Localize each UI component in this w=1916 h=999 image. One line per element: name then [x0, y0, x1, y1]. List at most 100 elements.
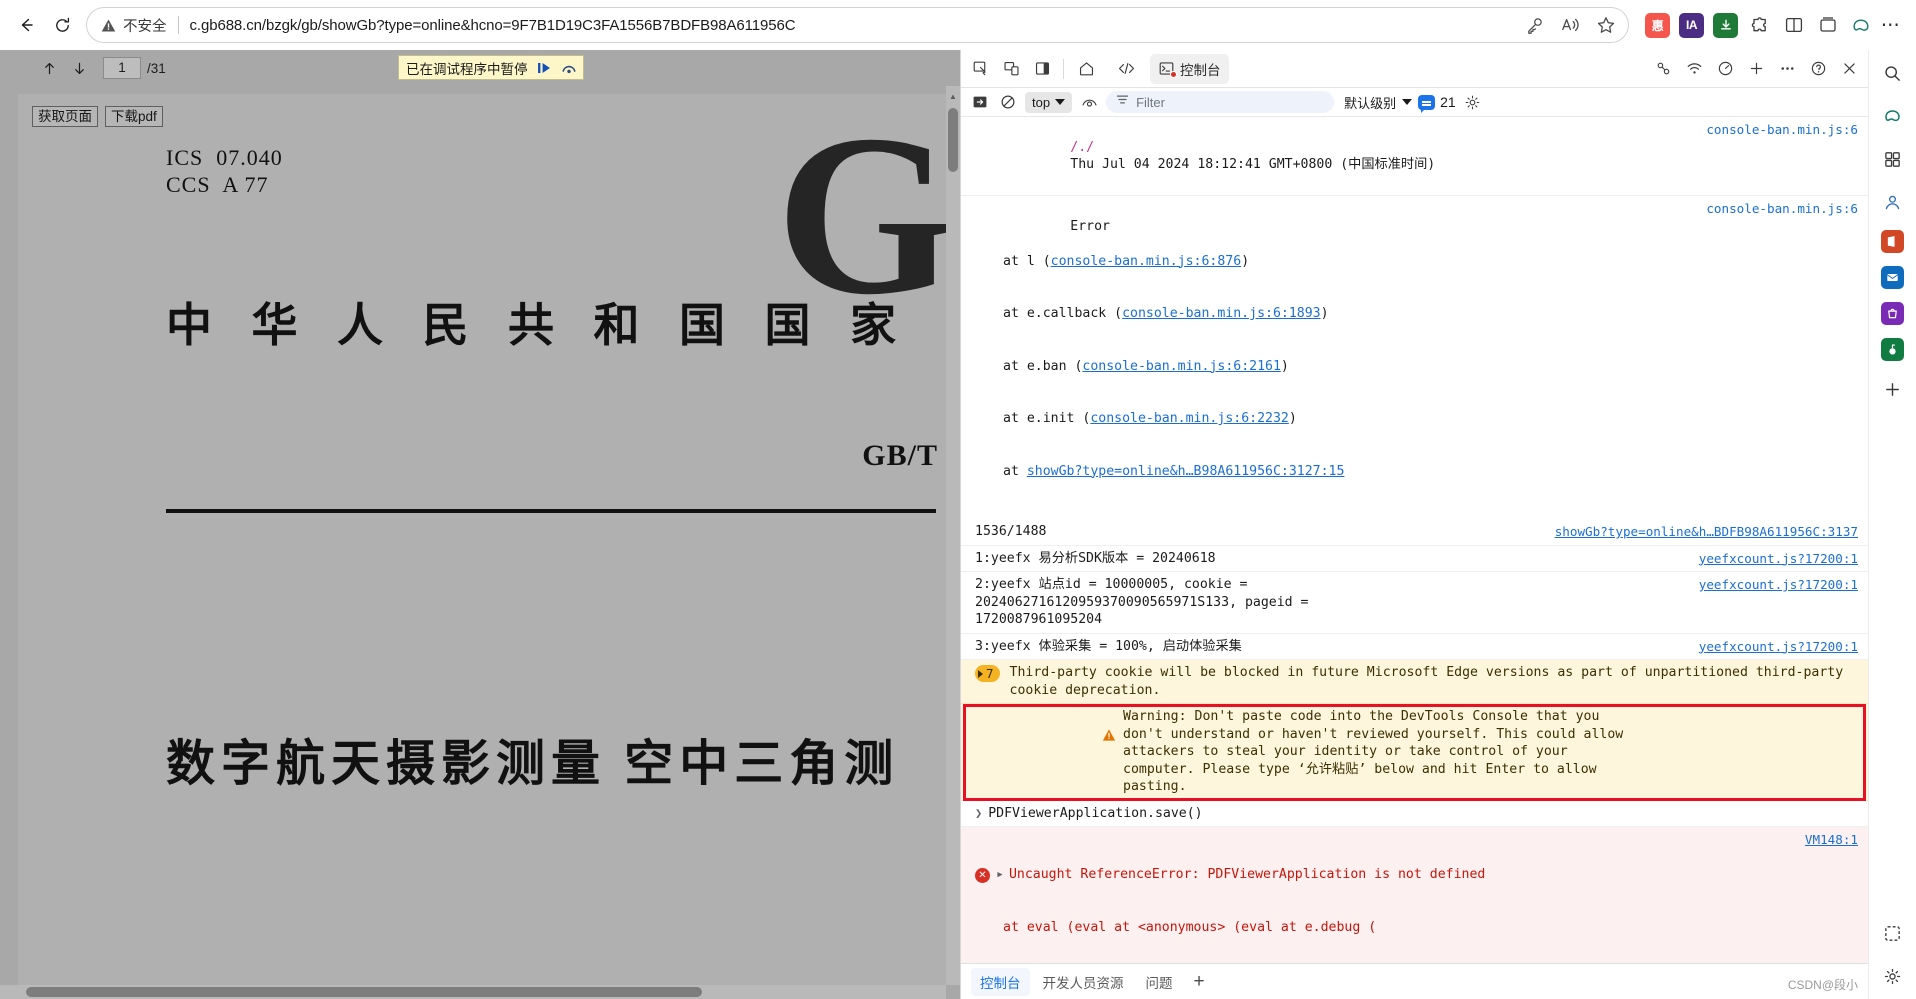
- stack-frame-0: at l (console-ban.min.js:6:876): [1003, 253, 1250, 269]
- stack-link-2[interactable]: console-ban.min.js:6:2161: [1082, 359, 1281, 374]
- help-icon[interactable]: [1803, 54, 1833, 84]
- console-row-cookie-warning[interactable]: 7 Third-party cookie will be blocked in …: [961, 660, 1868, 704]
- console-row-source[interactable]: console-ban.min.js:6: [1706, 200, 1858, 218]
- console-row-error-save[interactable]: ✕ ▸ Uncaught ReferenceError: PDFViewerAp…: [961, 827, 1868, 963]
- rail-copilot-icon[interactable]: [1878, 101, 1908, 131]
- tab-home[interactable]: [1070, 54, 1108, 84]
- inspect-element-icon[interactable]: [965, 54, 995, 84]
- step-over-icon[interactable]: [560, 59, 578, 77]
- message-count-badge[interactable]: 21: [1418, 94, 1456, 113]
- console-row-yeefx-version[interactable]: 1:yeefx 易分析SDK版本 = 20240618 yeefxcount.j…: [961, 546, 1868, 572]
- tab-sources[interactable]: [1109, 54, 1149, 84]
- drawer-tab-console[interactable]: 控制台: [971, 967, 1030, 996]
- rail-search-icon[interactable]: [1878, 58, 1908, 88]
- stack-link-1[interactable]: console-ban.min.js:6:1893: [1122, 306, 1321, 321]
- ext-collections-icon[interactable]: [1815, 13, 1840, 38]
- pdf-vertical-scrollbar[interactable]: ▲: [946, 86, 960, 985]
- rail-shopping-icon[interactable]: [1881, 302, 1904, 325]
- stack-link-3[interactable]: console-ban.min.js:6:2232: [1090, 411, 1289, 426]
- rail-contacts-icon[interactable]: [1878, 187, 1908, 217]
- download-pdf-button[interactable]: 下载pdf: [105, 106, 163, 127]
- warning-group-badge[interactable]: 7: [975, 665, 1000, 682]
- key-icon[interactable]: [1517, 9, 1551, 41]
- execution-context-selector[interactable]: top: [1025, 91, 1073, 113]
- console-row-source[interactable]: yeefxcount.js?17200:1: [1699, 638, 1858, 656]
- console-row-source[interactable]: console-ban.min.js:6: [1706, 121, 1858, 139]
- browser-more-button[interactable]: ⋯: [1874, 9, 1908, 41]
- pdf-horizontal-scroll-thumb[interactable]: [26, 987, 702, 997]
- console-row-source[interactable]: yeefxcount.js?17200:1: [1699, 576, 1858, 594]
- elements-icon[interactable]: [1648, 54, 1678, 84]
- console-row-command-save[interactable]: ❯ PDFViewerApplication.save(): [961, 801, 1868, 827]
- console-row-error-stack[interactable]: Error at l (console-ban.min.js:6:876) at…: [961, 196, 1868, 519]
- ext-download-icon[interactable]: [1713, 12, 1738, 38]
- console-settings-gear-icon[interactable]: [1462, 91, 1484, 113]
- console-row-yeefx-sampling[interactable]: 3:yeefx 体验采集 = 100%, 启动体验采集 yeefxcount.j…: [961, 634, 1868, 660]
- expand-arrow-icon[interactable]: ▸: [996, 866, 1004, 884]
- performance-icon[interactable]: [1710, 54, 1740, 84]
- console-message-list[interactable]: /./ Thu Jul 04 2024 18:12:41 GMT+0800 (中…: [961, 117, 1868, 963]
- console-row-count[interactable]: 1536/1488 showGb?type=online&h…BDFB98A61…: [961, 519, 1868, 546]
- rail-customize-icon[interactable]: [1878, 918, 1908, 948]
- rail-games-icon[interactable]: [1881, 338, 1904, 361]
- ext-hui-icon[interactable]: 惠: [1645, 12, 1670, 38]
- console-row-yeefx-site[interactable]: 2:yeefx 站点id = 10000005, cookie = 202406…: [961, 572, 1868, 634]
- fetch-page-button[interactable]: 获取页面: [32, 106, 98, 127]
- page-down-icon[interactable]: [64, 55, 94, 81]
- close-devtools-icon[interactable]: [1834, 54, 1864, 84]
- scroll-up-arrow-icon[interactable]: ▲: [946, 88, 960, 104]
- rail-outlook-icon[interactable]: [1881, 266, 1904, 289]
- drawer-tab-issues[interactable]: 问题: [1137, 968, 1182, 996]
- console-row-text: 3:yeefx 体验采集 = 100%, 启动体验采集: [975, 638, 1242, 654]
- more-tools-icon[interactable]: [1772, 54, 1802, 84]
- ext-split-screen-icon[interactable]: [1781, 13, 1806, 38]
- dock-side-icon[interactable]: [1027, 54, 1057, 84]
- pdf-horizontal-scrollbar[interactable]: [0, 985, 946, 999]
- console-row-source[interactable]: showGb?type=online&h…BDFB98A611956C:3137: [1555, 523, 1858, 541]
- rail-tools-icon[interactable]: [1878, 144, 1908, 174]
- console-sidebar-icon[interactable]: [969, 91, 991, 113]
- rail-settings-icon[interactable]: [1878, 961, 1908, 991]
- add-panel-icon[interactable]: [1741, 54, 1771, 84]
- code-icon: [1117, 60, 1136, 77]
- console-row-timestamp[interactable]: /./ Thu Jul 04 2024 18:12:41 GMT+0800 (中…: [961, 117, 1868, 196]
- drawer-add-tab-button[interactable]: +: [1186, 972, 1213, 991]
- live-expression-icon[interactable]: [1078, 91, 1100, 113]
- console-row-self-xss-warning[interactable]: Warning: Don't paste code into the DevTo…: [961, 704, 1868, 801]
- rail-add-icon[interactable]: [1878, 374, 1908, 404]
- refresh-button[interactable]: [44, 7, 80, 43]
- console-row-text: Warning: Don't paste code into the DevTo…: [975, 708, 1643, 796]
- url-text: c.gb688.cn/bzgk/gb/showGb?type=online&hc…: [189, 16, 796, 34]
- ext-ia-icon[interactable]: IA: [1679, 12, 1704, 38]
- clear-console-icon[interactable]: [997, 91, 1019, 113]
- browser-window: 不安全 c.gb688.cn/bzgk/gb/showGb?type=onlin…: [0, 0, 1916, 999]
- favorite-star-icon[interactable]: [1589, 9, 1623, 41]
- page-number-input[interactable]: 1: [103, 57, 141, 79]
- stack-link-0[interactable]: console-ban.min.js:6:876: [1051, 254, 1242, 269]
- network-icon[interactable]: [1679, 54, 1709, 84]
- error-x-icon: ✕: [975, 868, 990, 883]
- pdf-vertical-scroll-thumb[interactable]: [948, 108, 958, 172]
- tab-console[interactable]: 控制台: [1150, 53, 1229, 84]
- console-row-source[interactable]: yeefxcount.js?17200:1: [1699, 550, 1858, 568]
- read-aloud-icon[interactable]: [1553, 9, 1587, 41]
- page-up-icon[interactable]: [34, 55, 64, 81]
- log-levels-selector[interactable]: 默认级别: [1340, 93, 1413, 112]
- console-row-source[interactable]: VM148:1: [1805, 831, 1858, 849]
- ext-puzzle-icon[interactable]: [1747, 13, 1772, 38]
- resume-script-icon[interactable]: [535, 59, 553, 77]
- device-toolbar-icon[interactable]: [996, 54, 1026, 84]
- message-count-label: 21: [1440, 94, 1456, 110]
- ext-hui-label: 惠: [1651, 18, 1664, 33]
- drawer-tab-devresources[interactable]: 开发人员资源: [1034, 968, 1133, 996]
- pdf-standard-label: GB/T: [862, 439, 938, 472]
- back-button[interactable]: [8, 7, 44, 43]
- toolbar-divider: [1063, 58, 1064, 79]
- rail-office-icon[interactable]: [1881, 230, 1904, 253]
- console-filter-input[interactable]: Filter: [1106, 91, 1335, 113]
- pdf-scroll-area[interactable]: 获取页面 下载pdf ICS 07.040 CCS A 77 G 中 华 人 民…: [0, 86, 960, 999]
- security-warning[interactable]: 不安全: [100, 15, 167, 36]
- address-bar[interactable]: 不安全 c.gb688.cn/bzgk/gb/showGb?type=onlin…: [86, 7, 1629, 43]
- stack-link-4[interactable]: showGb?type=online&h…B98A611956C:3127:15: [1027, 464, 1345, 479]
- ext-copilot-icon[interactable]: [1849, 13, 1874, 38]
